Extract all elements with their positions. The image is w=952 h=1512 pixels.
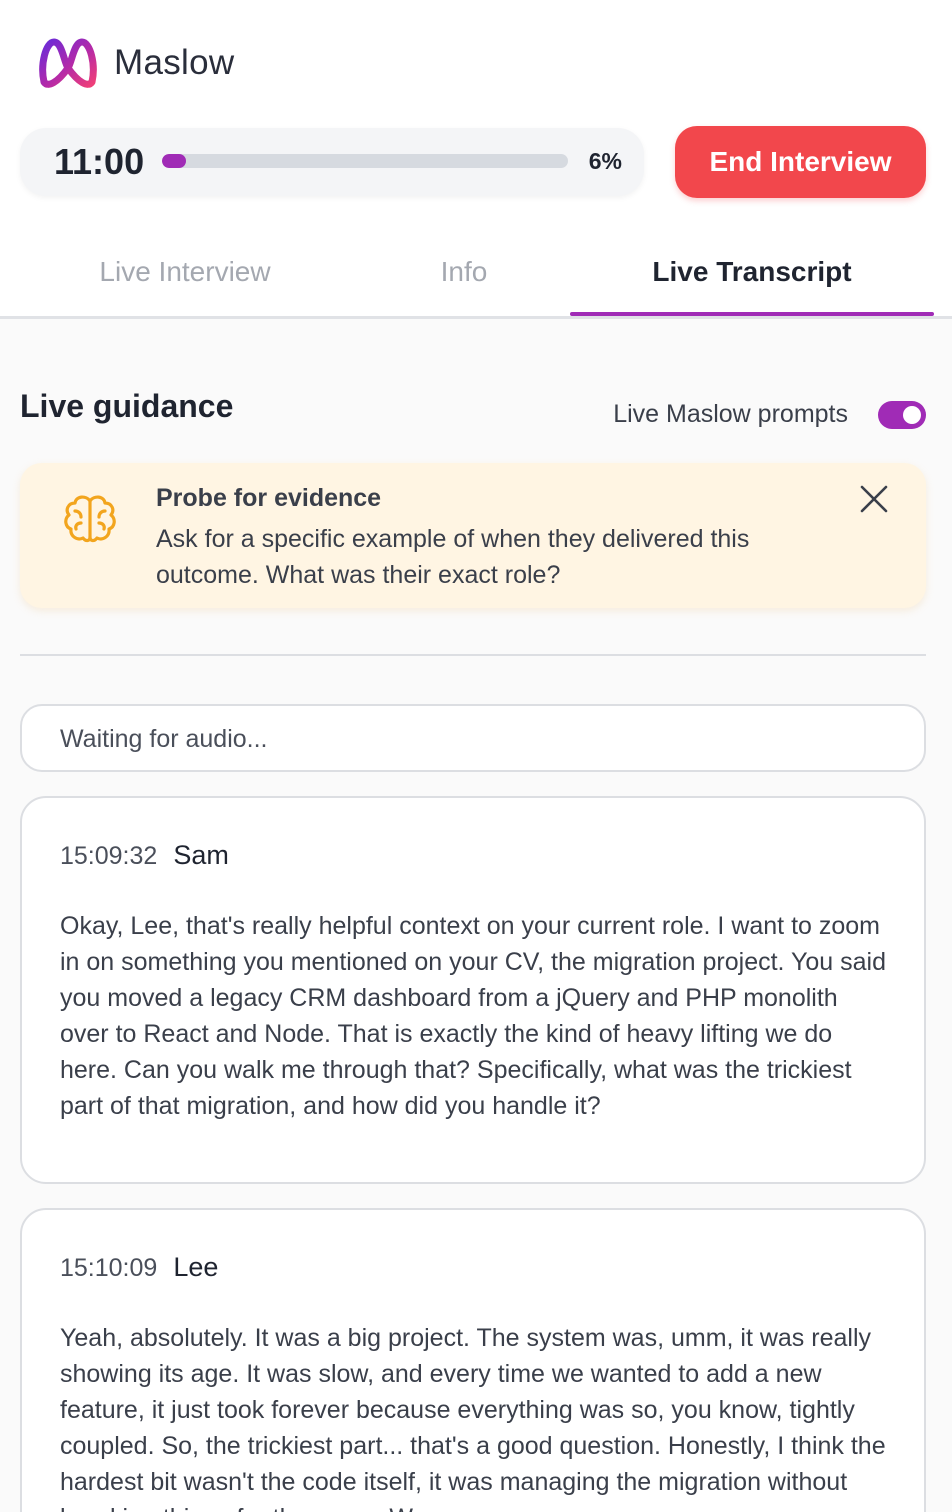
- guidance-prompt-card: Probe for evidence Ask for a specific ex…: [20, 463, 926, 608]
- brain-icon: [64, 495, 116, 543]
- section-divider: [20, 654, 926, 656]
- message-speaker: Lee: [173, 1252, 219, 1282]
- message-timestamp: 15:09:32: [60, 842, 158, 870]
- prompts-toggle[interactable]: [878, 401, 926, 429]
- message-header: 15:10:09 Lee: [60, 1252, 218, 1283]
- transcript-message: 15:09:32 Sam Okay, Lee, that's really he…: [20, 796, 926, 1184]
- end-interview-button[interactable]: End Interview: [675, 126, 926, 198]
- message-header: 15:09:32 Sam: [60, 840, 229, 871]
- interview-progress-panel: 11:00 6%: [20, 128, 644, 196]
- message-text: Okay, Lee, that's really helpful context…: [60, 912, 886, 1120]
- prompt-title: Probe for evidence: [156, 484, 382, 512]
- interview-timer: 11:00: [54, 141, 145, 182]
- message-timestamp: 15:10:09: [60, 1254, 158, 1282]
- prompt-body: Ask for a specific example of when they …: [156, 525, 750, 589]
- progress-bar: [162, 154, 568, 168]
- prompts-toggle-label: Live Maslow prompts: [613, 400, 848, 428]
- tab-bar: Live Interview Info Live Transcript: [0, 230, 952, 318]
- maslow-logo-icon: [39, 38, 97, 88]
- transcript-message: 15:10:09 Lee Yeah, absolutely. It was a …: [20, 1208, 926, 1512]
- tab-live-transcript[interactable]: Live Transcript: [570, 230, 934, 314]
- tab-live-interview[interactable]: Live Interview: [0, 230, 370, 314]
- message-speaker: Sam: [173, 840, 229, 870]
- progress-fill: [162, 154, 187, 168]
- audio-status: Waiting for audio...: [60, 725, 268, 753]
- header: Maslow 11:00 6% End Interview Live Inter…: [0, 0, 952, 319]
- logo: Maslow: [38, 34, 234, 90]
- tab-divider: [0, 316, 952, 319]
- progress-percent: 6%: [588, 148, 622, 174]
- audio-status-box: Waiting for audio...: [20, 704, 926, 772]
- toggle-knob: [903, 406, 921, 424]
- message-text: Yeah, absolutely. It was a big project. …: [60, 1324, 886, 1512]
- brand-name: Maslow: [114, 42, 235, 82]
- close-icon[interactable]: [858, 483, 890, 515]
- section-title: Live guidance: [20, 388, 234, 424]
- tab-info[interactable]: Info: [370, 230, 558, 314]
